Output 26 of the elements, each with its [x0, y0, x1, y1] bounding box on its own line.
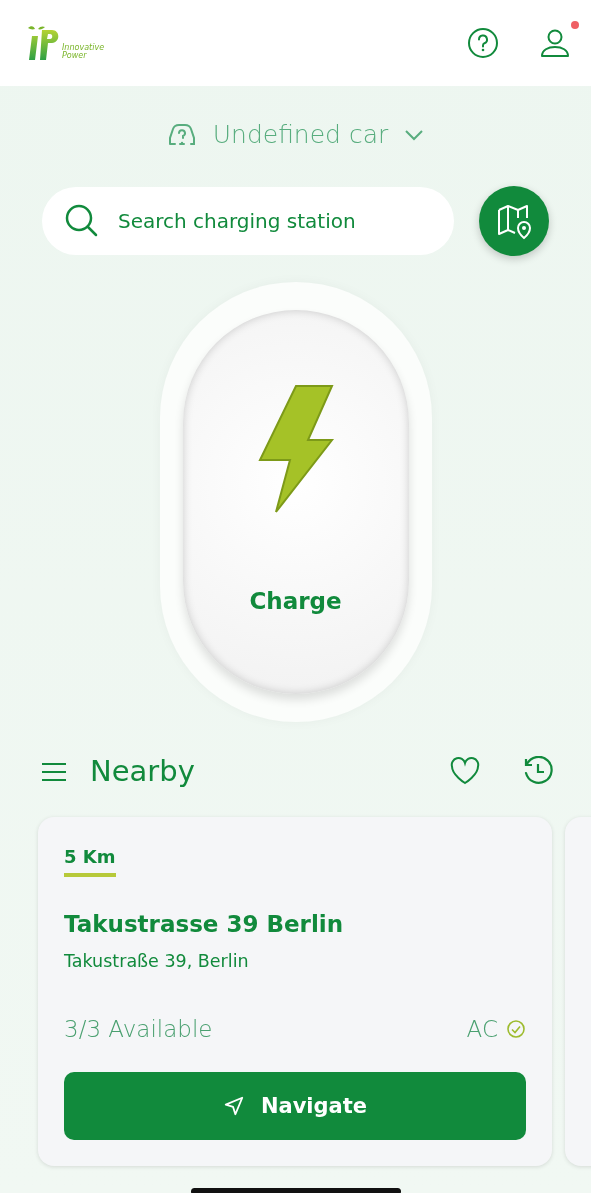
heart-icon — [449, 757, 481, 786]
station-name: Takustrasse 39 Berlin — [64, 910, 345, 939]
favorites-button[interactable] — [449, 757, 481, 786]
navigate-button[interactable]: Navigate — [64, 1072, 526, 1141]
history-button[interactable] — [523, 756, 553, 787]
station-card[interactable]: 5 Km Takustrasse 39 Berlin Takustraße 39, Berlin 3/3 Available AC Navigate — [38, 817, 552, 1166]
profile-button[interactable] — [539, 27, 571, 59]
help-button[interactable] — [467, 27, 499, 59]
availability-text: 3/3 Available — [64, 1014, 213, 1044]
search-field[interactable]: Search charging station — [42, 186, 454, 255]
distance-label: 5 Km — [64, 843, 116, 877]
station-address: Takustraße 39, Berlin — [64, 949, 250, 973]
history-icon — [523, 756, 553, 787]
section-title: Nearby — [90, 752, 195, 790]
car-question-icon — [166, 121, 197, 148]
logo-text: Innovative Power — [62, 44, 102, 60]
charge-button[interactable]: Charge — [182, 309, 409, 694]
navigation-arrow-icon — [222, 1095, 245, 1118]
map-button[interactable] — [479, 185, 549, 256]
connector-type: AC — [466, 1014, 498, 1044]
help-icon — [467, 27, 499, 59]
user-icon — [539, 27, 571, 59]
menu-icon — [40, 760, 68, 783]
car-selector[interactable]: Undefined car — [166, 116, 425, 154]
search-icon — [64, 202, 100, 239]
chevron-down-icon — [404, 128, 425, 141]
